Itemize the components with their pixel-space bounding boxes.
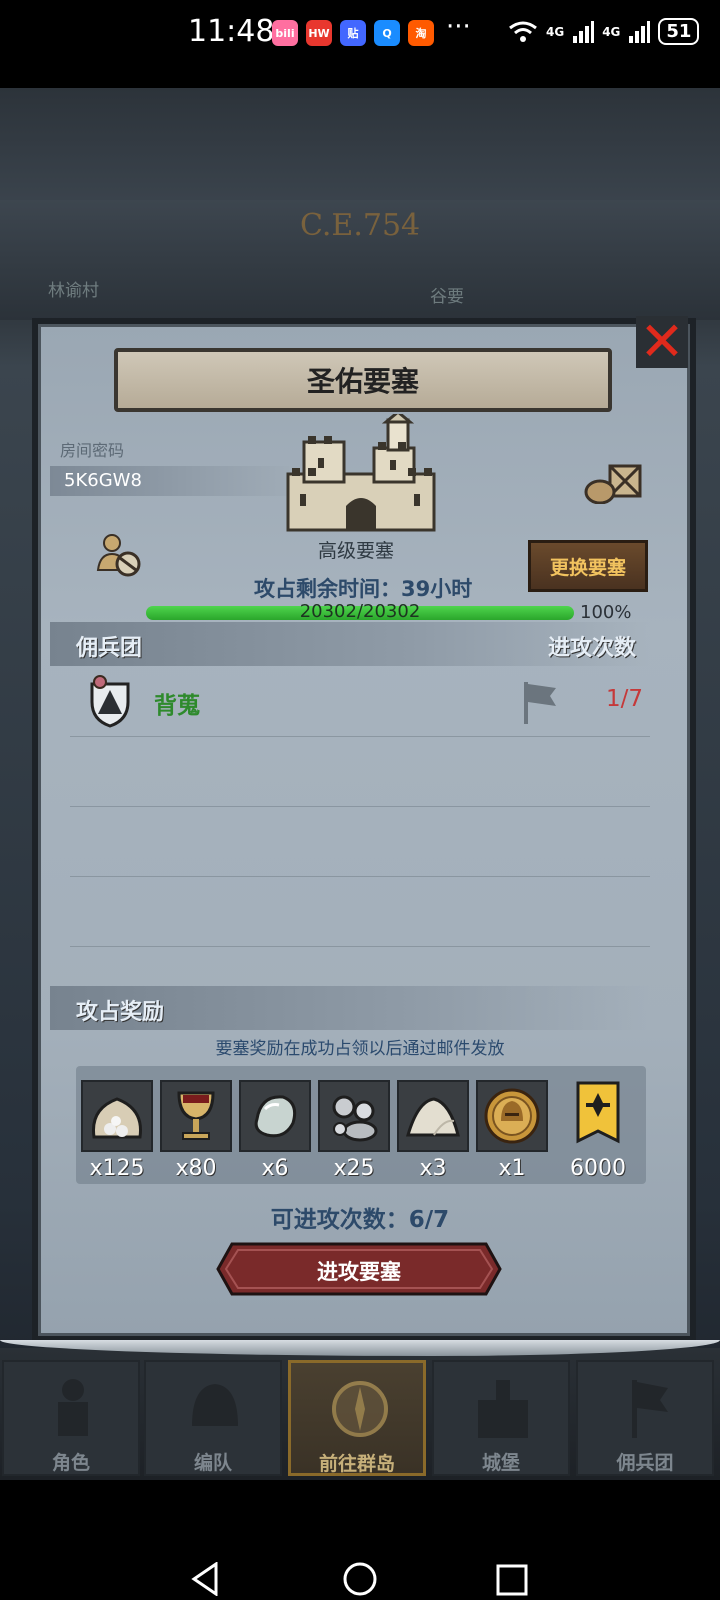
reward-slot [476,1080,548,1152]
battery-level: 51 [658,18,700,45]
nav-tab-mercenary[interactable]: 佣兵团 [576,1360,714,1476]
flag-icon [524,682,556,724]
status-time: 11:48 [188,14,275,49]
more-notifications-icon: ··· [446,12,471,42]
wifi-icon [509,21,537,42]
reward-qty: x125 [89,1156,145,1181]
nav-tab-label: 城堡 [481,1452,520,1474]
compass-icon [332,1381,388,1437]
list-divider [70,876,650,877]
back-icon[interactable] [190,1562,220,1596]
time-left-value: 39小时 [401,577,473,601]
huawei-store-icon: HW [306,20,332,46]
reward-qty: x1 [498,1156,526,1181]
signal-bars-icon [573,20,595,43]
close-icon: ✕ [639,310,685,373]
tieba-icon: 贴 [340,20,366,46]
reward-qty: x3 [419,1156,447,1181]
reward-qty: x25 [333,1156,375,1181]
reward-slot [318,1080,390,1152]
recents-icon[interactable] [496,1564,528,1596]
nav-tab-label: 编队 [193,1452,232,1474]
reward-item[interactable]: x1 [476,1080,548,1181]
reward-slot [81,1080,153,1152]
reward-slot [570,1080,626,1152]
nav-tab-formation[interactable]: 编队 [144,1360,282,1476]
attacks-remaining: 可进攻次数：6/7 [0,1200,720,1234]
mercenary-emblem-icon [90,675,130,728]
knight-icon [58,1379,88,1436]
occupy-time-remaining: 攻占剩余时间：39小时 [254,573,472,603]
status-indicators: 4G 4G 51 [508,18,700,45]
reward-item[interactable]: x3 [397,1080,469,1181]
home-icon[interactable] [343,1562,377,1596]
reward-qty: x6 [261,1156,289,1181]
rewards-header-label: 攻占奖励 [76,1000,165,1025]
attack-count-header-label: 进攻次数 [548,636,637,661]
signal-4g-label: 4G [546,24,565,39]
reward-slot [160,1080,232,1152]
rewards-note: 要塞奖励在成功占领以后通过邮件发放 [215,1039,505,1059]
supply-bundle-icon[interactable] [584,460,644,504]
list-divider [70,946,650,947]
ore-sack-icon [91,1097,143,1139]
time-left-label: 攻占剩余时间： [254,577,401,601]
salt-pile-icon [405,1097,460,1137]
room-password-label: 房间密码 [60,441,125,460]
reward-item[interactable]: x6 [239,1080,311,1181]
nav-tab-label: 前往群岛 [318,1453,395,1475]
castle-icon [478,1380,528,1438]
reward-slot [239,1080,311,1152]
era-label: C.E.754 [300,208,421,243]
attacks-remaining-value: 6/7 [408,1207,450,1233]
reward-slot [397,1080,469,1152]
reward-item[interactable]: 6000 [562,1080,634,1181]
signal-bars-icon-2 [629,20,651,43]
reward-item[interactable]: x25 [318,1080,390,1181]
reward-item[interactable]: x125 [81,1080,153,1181]
nav-tab-islands[interactable]: 前往群岛 [288,1360,426,1476]
nav-tab-character[interactable]: 角色 [2,1360,140,1476]
reward-qty: x80 [175,1156,217,1181]
helmet-icon [192,1384,238,1426]
fortress-hp-text: 20302/20302 [299,601,421,622]
mercenary-row[interactable]: 背蒐 1/7 [50,674,650,734]
bilibili-icon: bili [272,20,298,46]
reward-qty: 6000 [570,1156,626,1181]
attacks-remaining-label: 可进攻次数： [270,1207,409,1233]
fortress-castle-icon [286,414,436,532]
nav-tab-label: 角色 [51,1452,90,1474]
goblet-icon [177,1091,215,1140]
mercenary-header-label: 佣兵团 [76,636,143,661]
helmet-coin-icon [484,1088,540,1144]
status-app-icons: bili HW 贴 Q 淘 [272,20,434,46]
mercenary-name: 背蒐 [154,693,200,719]
nav-tab-label: 佣兵团 [616,1452,674,1474]
room-password-value[interactable]: 5K6GW8 [50,466,314,496]
banner-icon [632,1380,668,1438]
mercenary-attack-count: 1/7 [606,686,644,712]
silver-nuggets-icon [332,1095,378,1142]
close-button[interactable]: ✕ [636,315,688,369]
dialog-title: 圣佑要塞 [114,348,612,412]
guild-banner-icon [576,1081,620,1144]
moonstone-icon [254,1095,297,1138]
reward-item[interactable]: x80 [160,1080,232,1181]
signal-4g-label-2: 4G [602,24,621,39]
no-mercenary-icon[interactable] [96,532,142,578]
map-village-label: 林谕村 [48,281,99,301]
nav-tab-castle[interactable]: 城堡 [432,1360,570,1476]
status-bar: 11:48 bili HW 贴 Q 淘 ··· 4G 4G 51 [0,0,720,88]
attack-fortress-label: 进攻要塞 [317,1260,401,1284]
swap-fortress-button[interactable]: 更换要塞 [528,540,648,592]
list-divider [70,806,650,807]
taobao-icon: 淘 [408,20,434,46]
list-divider [70,736,650,737]
map-valley-label: 谷要 [430,287,464,307]
fortress-hp-percent: 100% [580,602,632,623]
qq-icon: Q [374,20,400,46]
fortress-type: 高级要塞 [318,540,395,562]
